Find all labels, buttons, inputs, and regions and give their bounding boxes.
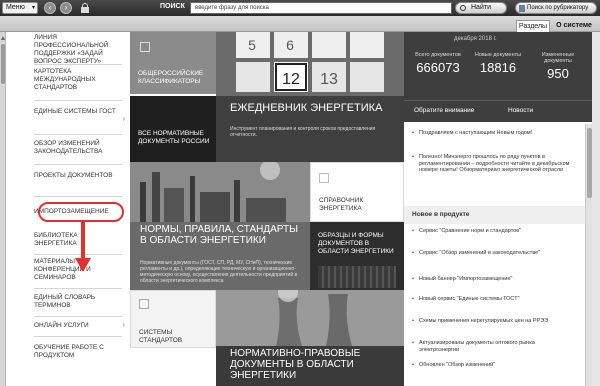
cooling-towers-image	[216, 290, 404, 346]
stat-new-docs: Новые документы 18816	[468, 52, 528, 75]
systems-icon	[139, 299, 149, 309]
highlight-oval	[38, 202, 124, 222]
sidebar-item-draft-documents[interactable]: ПРОЕКТЫ ДОКУМЕНТОВ	[34, 172, 119, 180]
search-icon	[460, 5, 466, 11]
menu-button-label: Меню	[6, 4, 25, 11]
forward-button[interactable]: ›	[60, 2, 72, 14]
calendar-day: 6	[286, 37, 294, 53]
right-scrollbar[interactable]	[585, 124, 592, 386]
reference-book-icon	[319, 173, 329, 183]
red-arrow-down-icon	[75, 222, 91, 272]
divider	[34, 134, 122, 135]
list-item[interactable]: Актуализированы документы оптового рынка…	[412, 340, 576, 353]
stat-total-docs: Всего документов 666073	[408, 52, 468, 75]
tile-description: Инструмент планирования и контроля сроко…	[230, 126, 376, 138]
divider	[34, 100, 122, 101]
search-label: ПОИСК	[160, 3, 185, 10]
top-toolbar: Меню ▾ ‹ › ПОИСК введите фразу для поиск…	[0, 0, 600, 16]
rubricator-search-button[interactable]: Поиск по рубрикатору	[515, 2, 597, 14]
list-item[interactable]: Новый сервис "Единые системы ГОСТ"	[412, 296, 576, 303]
window-edge	[592, 32, 600, 386]
sidebar-item-label: ОНЛАЙН УСЛУГИ	[34, 322, 89, 329]
document-stats: декабря 2018 г. Всего документов 666073 …	[404, 32, 592, 100]
divider	[34, 64, 122, 65]
sidebar-item-online-services[interactable]: ОНЛАЙН УСЛУГИ ›	[34, 322, 125, 330]
menu-button[interactable]: Меню ▾	[2, 2, 38, 14]
divider	[34, 164, 122, 165]
calendar-day: 12	[282, 71, 300, 88]
sidebar-item-product-training[interactable]: ОБУЧЕНИЕ РАБОТЕ С ПРОДУКТОМ	[34, 344, 119, 360]
list-item[interactable]: Полезно! Минэнерго прошлось по ряду пунк…	[412, 154, 576, 174]
sidebar-item-expert-support[interactable]: ЛИНИЯ ПРОФЕССИОНАЛЬНОЙ ПОДДЕРЖКИ «ЗАДАЙ …	[34, 34, 119, 66]
tile-calendar-image[interactable]: 5 6 12 13	[216, 32, 404, 96]
rubricator-button-label: Поиск по рубрикатору	[527, 5, 589, 11]
list-item[interactable]: Сервис "Обзор изменений в законодательст…	[412, 250, 576, 257]
chevron-right-icon: ›	[122, 116, 125, 123]
list-item[interactable]: Сервис "Сравнение норм и стандартов"	[412, 228, 576, 235]
stats-date: декабря 2018 г.	[454, 36, 497, 42]
tile-label: ОБРАЗЦЫ И ФОРМЫ ДОКУМЕНТОВ В ОБЛАСТИ ЭНЕ…	[318, 232, 394, 255]
tile-label: ОБЩЕРОССИЙСКИЕ КЛАССИФИКАТОРЫ	[138, 70, 204, 85]
scroll-up-icon[interactable]	[1, 36, 5, 40]
tab-about-system[interactable]: О системе	[552, 20, 596, 32]
calendar-day: 13	[320, 71, 338, 88]
tile-title: ЕЖЕДНЕВНИК ЭНЕРГЕТИКА	[230, 102, 383, 114]
tab-sections[interactable]: Разделы	[516, 20, 550, 32]
scroll-thumb[interactable]	[1, 44, 5, 84]
sidebar-item-international-standards[interactable]: КАРТОТЕКА МЕЖДУНАРОДНЫХ СТАНДАРТОВ	[34, 68, 119, 92]
tile-norms-standards[interactable]: НОРМЫ, ПРАВИЛА, СТАНДАРТЫ В ОБЛАСТИ ЭНЕР…	[130, 162, 310, 290]
sidebar-item-label: ЕДИНЫЕ СИСТЕМЫ ГОСТ	[34, 108, 116, 115]
tab-news[interactable]: Новости	[508, 107, 533, 114]
tile-legal-documents[interactable]: НОРМАТИВНО-ПРАВОВЫЕ ДОКУМЕНТЫ В ОБЛАСТИ …	[216, 290, 404, 386]
stat-value: 666073	[416, 60, 460, 75]
app-window: Меню ▾ ‹ › ПОИСК введите фразу для поиск…	[0, 0, 600, 386]
find-button-label: Найти	[471, 4, 491, 11]
tile-label: ВСЕ НОРМАТИВНЫЕ ДОКУМЕНТЫ РОССИИ	[138, 130, 210, 145]
stat-caption: Новые документы	[474, 52, 522, 58]
chevron-right-icon: ›	[122, 322, 125, 329]
divider	[34, 336, 122, 337]
tile-general-classifiers[interactable]: ОБЩЕРОССИЙСКИЕ КЛАССИФИКАТОРЫ	[130, 32, 216, 94]
tab-attention[interactable]: Обратите внимание	[414, 107, 474, 114]
refinery-image	[130, 162, 310, 222]
list-item[interactable]: Обновлен "Обзор изменений"	[412, 362, 576, 369]
new-in-product-heading: Новое в продукте	[404, 206, 592, 224]
sidebar-item-gost-systems[interactable]: ЕДИНЫЕ СИСТЕМЫ ГОСТ ›	[34, 108, 125, 123]
right-panel-tabs: Обратите внимание Новости	[404, 100, 592, 122]
stat-changed-docs: Измененные документы 950	[528, 52, 588, 81]
book-icon	[519, 5, 525, 12]
tile-label: СИСТЕМЫ СТАНДАРТОВ	[139, 329, 183, 344]
tile-energy-calendar[interactable]: ЕЖЕДНЕВНИК ЭНЕРГЕТИКА Инструмент планиро…	[216, 96, 404, 162]
calendar-icon: 5 6 12 13	[216, 32, 404, 96]
find-button[interactable]: Найти	[455, 2, 507, 14]
list-item[interactable]: Поздравляем с наступающим Новым годом!	[412, 130, 576, 137]
back-button[interactable]: ‹	[44, 2, 56, 14]
divider	[34, 196, 122, 197]
tile-description: Нормативные документы (ГОСТ, СП, РД, МУ,…	[140, 260, 298, 284]
lock-icon[interactable]	[81, 3, 89, 13]
tile-document-forms[interactable]: ОБРАЗЦЫ И ФОРМЫ ДОКУМЕНТОВ В ОБЛАСТИ ЭНЕ…	[310, 222, 404, 292]
classifier-icon	[140, 42, 150, 52]
sidebar-item-terms-dictionary[interactable]: ЕДИНЫЙ СЛОВАРЬ ТЕРМИНОВ	[34, 294, 119, 310]
stat-value: 950	[547, 66, 569, 81]
list-item[interactable]: Схемы применения нерегулируемых цен на Р…	[412, 318, 576, 325]
tab-bar: Разделы О системе	[0, 16, 600, 32]
tile-title: НОРМЫ, ПРАВИЛА, СТАНДАРТЫ В ОБЛАСТИ ЭНЕР…	[140, 224, 298, 246]
tile-standards-systems[interactable]: СИСТЕМЫ СТАНДАРТОВ	[130, 290, 216, 348]
stat-value: 18816	[479, 60, 517, 75]
search-input[interactable]: введите фразу для поиска	[190, 2, 452, 14]
sidebar-item-law-changes[interactable]: ОБЗОР ИЗМЕНЕНИЙ ЗАКОНОДАТЕЛЬСТВА	[34, 140, 119, 156]
stat-caption: Измененные документы	[541, 52, 575, 64]
chevron-down-icon: ▾	[31, 5, 35, 11]
tile-energy-reference[interactable]: СПРАВОЧНИК ЭНЕРГЕТИКА	[310, 162, 404, 222]
tile-label: СПРАВОЧНИК ЭНЕРГЕТИКА	[319, 197, 364, 212]
calendar-day: 5	[248, 37, 256, 53]
divider	[34, 288, 122, 289]
forms-pattern-image	[318, 266, 396, 288]
stat-caption: Всего документов	[415, 52, 461, 58]
tile-all-normative-docs[interactable]: ВСЕ НОРМАТИВНЫЕ ДОКУМЕНТЫ РОССИИ	[130, 96, 216, 162]
tile-title: НОРМАТИВНО-ПРАВОВЫЕ ДОКУМЕНТЫ В ОБЛАСТИ …	[230, 348, 361, 381]
divider	[34, 316, 122, 317]
list-item[interactable]: Новый баннер "Импортозамещение"	[412, 276, 576, 283]
